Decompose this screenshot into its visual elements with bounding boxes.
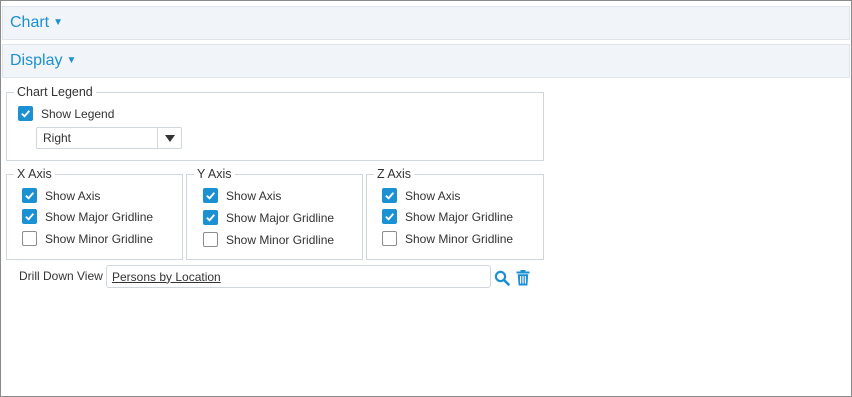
chart-settings-panel: Chart ▼ Display ▼ Chart Legend Show Lege… — [0, 0, 852, 397]
x-show-axis-checkbox[interactable]: Show Axis — [22, 188, 100, 203]
caret-down-icon: ▼ — [53, 16, 64, 28]
checkmark-icon — [385, 213, 395, 221]
drill-down-label: Drill Down View — [19, 269, 103, 283]
section-display-label: Display — [10, 52, 63, 69]
checkbox-box[interactable] — [22, 209, 37, 224]
show-legend-checkbox[interactable]: Show Legend — [18, 106, 114, 121]
search-icon[interactable] — [493, 269, 511, 287]
section-header-display[interactable]: Display ▼ — [2, 44, 850, 78]
x-show-minor-gridline-checkbox[interactable]: Show Minor Gridline — [22, 231, 153, 246]
x-show-axis-label: Show Axis — [45, 188, 101, 203]
z-show-minor-gridline-label: Show Minor Gridline — [405, 231, 514, 246]
show-legend-label: Show Legend — [41, 106, 115, 121]
trash-icon[interactable] — [514, 269, 532, 287]
checkbox-box[interactable] — [22, 231, 37, 246]
y-show-axis-checkbox[interactable]: Show Axis — [203, 188, 281, 203]
x-show-major-gridline-checkbox[interactable]: Show Major Gridline — [22, 209, 153, 224]
legend-position-select[interactable]: Right — [36, 127, 182, 149]
drill-down-link[interactable]: Persons by Location — [112, 270, 221, 284]
checkmark-icon — [385, 192, 395, 200]
section-header-chart[interactable]: Chart ▼ — [2, 6, 850, 40]
checkmark-icon — [21, 110, 31, 118]
checkbox-box[interactable] — [203, 232, 218, 247]
caret-down-icon: ▼ — [66, 54, 77, 66]
x-show-major-gridline-label: Show Major Gridline — [45, 209, 154, 224]
checkmark-icon — [25, 192, 35, 200]
chart-legend-group: Chart Legend — [6, 85, 544, 161]
checkmark-icon — [25, 213, 35, 221]
z-show-minor-gridline-checkbox[interactable]: Show Minor Gridline — [382, 231, 513, 246]
checkbox-box[interactable] — [18, 106, 33, 121]
y-axis-title: Y Axis — [197, 167, 232, 181]
y-show-axis-label: Show Axis — [226, 188, 282, 203]
checkbox-box[interactable] — [382, 188, 397, 203]
checkmark-icon — [206, 192, 216, 200]
y-show-major-gridline-checkbox[interactable]: Show Major Gridline — [203, 210, 334, 225]
legend-position-value: Right — [43, 131, 72, 145]
y-show-major-gridline-label: Show Major Gridline — [226, 210, 335, 225]
chart-legend-title: Chart Legend — [17, 85, 93, 99]
checkmark-icon — [206, 214, 216, 222]
x-show-minor-gridline-label: Show Minor Gridline — [45, 231, 154, 246]
z-show-axis-label: Show Axis — [405, 188, 461, 203]
chevron-down-icon[interactable] — [157, 128, 181, 148]
checkbox-box[interactable] — [22, 188, 37, 203]
z-show-major-gridline-label: Show Major Gridline — [405, 209, 514, 224]
section-chart-label: Chart — [10, 14, 50, 31]
y-show-minor-gridline-checkbox[interactable]: Show Minor Gridline — [203, 232, 334, 247]
z-show-major-gridline-checkbox[interactable]: Show Major Gridline — [382, 209, 513, 224]
y-show-minor-gridline-label: Show Minor Gridline — [226, 232, 335, 247]
x-axis-title: X Axis — [17, 167, 52, 181]
z-axis-title: Z Axis — [377, 167, 412, 181]
z-show-axis-checkbox[interactable]: Show Axis — [382, 188, 460, 203]
drill-down-field[interactable]: Persons by Location — [106, 265, 491, 288]
checkbox-box[interactable] — [382, 231, 397, 246]
checkbox-box[interactable] — [203, 210, 218, 225]
checkbox-box[interactable] — [203, 188, 218, 203]
checkbox-box[interactable] — [382, 209, 397, 224]
